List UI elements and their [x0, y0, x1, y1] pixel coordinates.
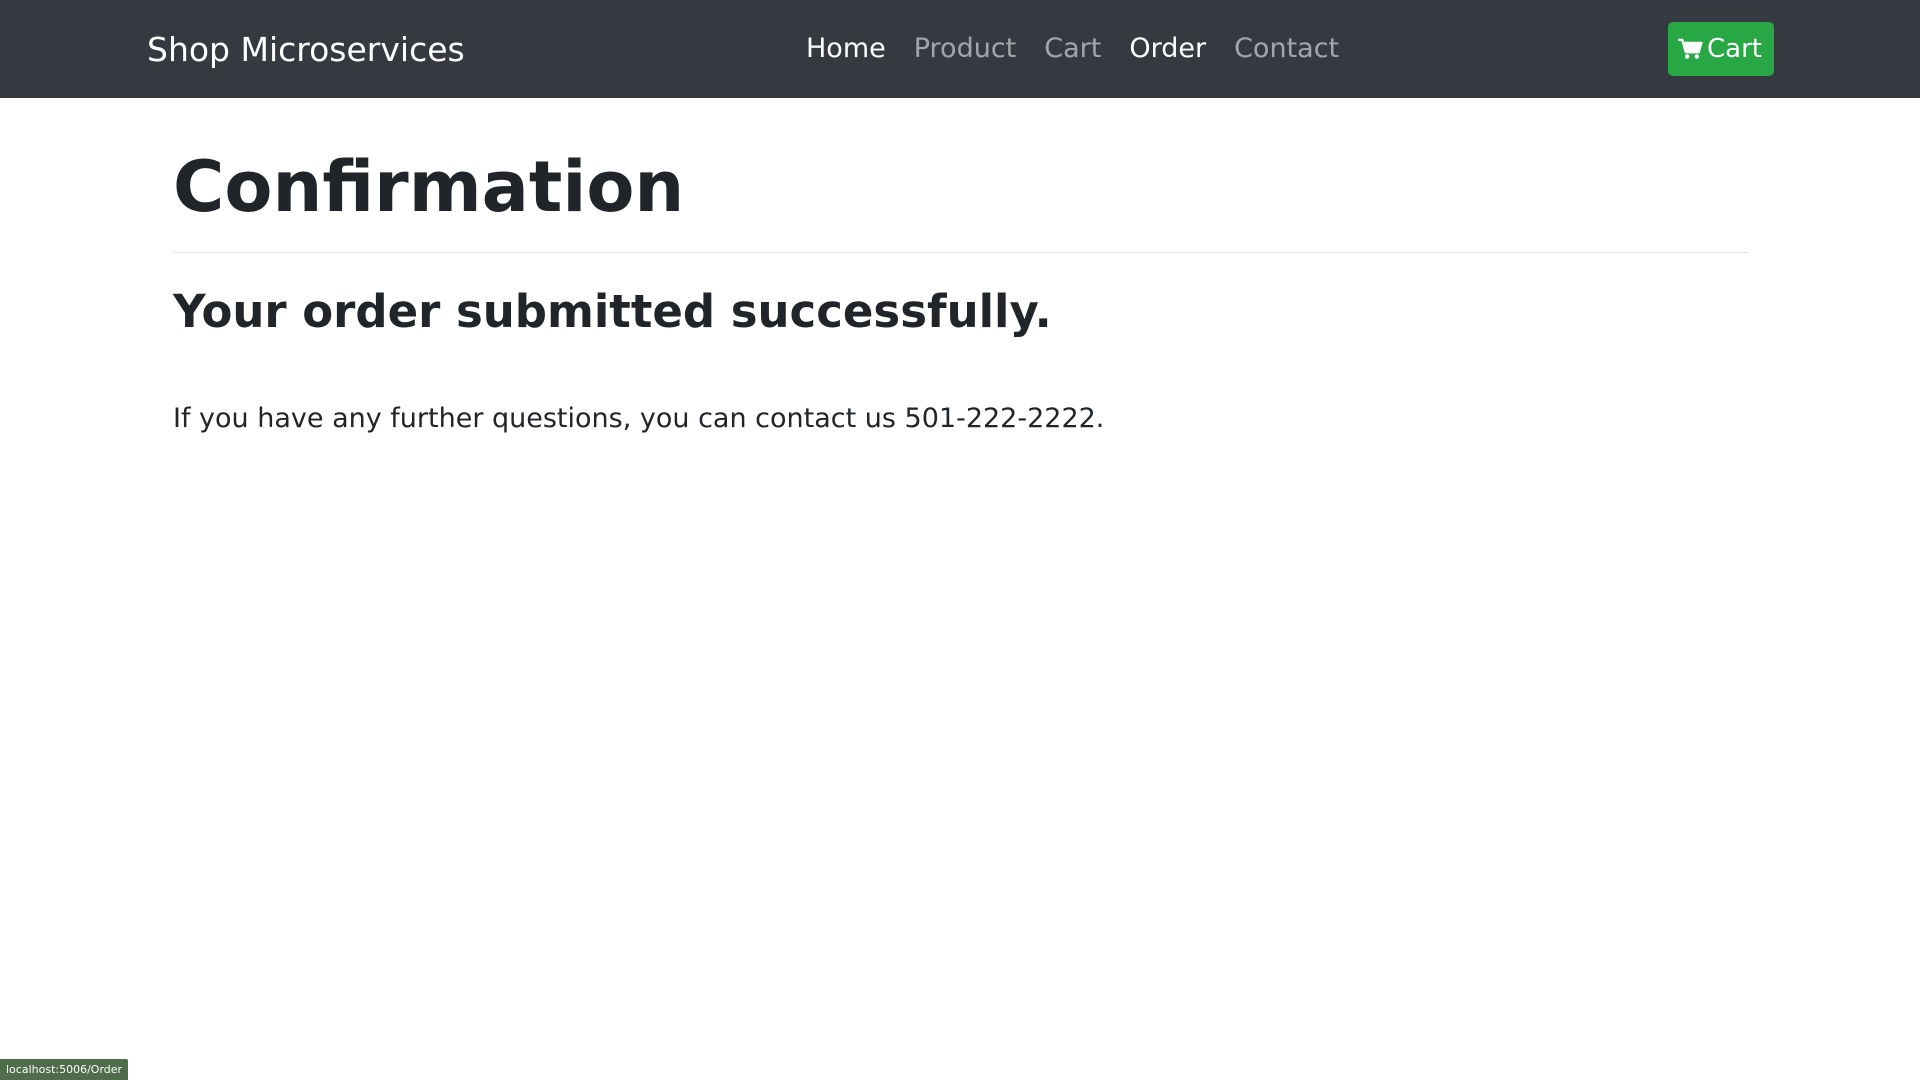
page-title: Confirmation — [173, 146, 685, 228]
nav-link-home[interactable]: Home — [806, 33, 886, 64]
nav-link-order[interactable]: Order — [1129, 33, 1206, 64]
navbar-brand[interactable]: Shop Microservices — [147, 0, 465, 98]
cart-button[interactable]: Cart — [1668, 22, 1774, 76]
nav-links: Home Product Cart Order Contact — [806, 0, 1367, 98]
nav-link-contact[interactable]: Contact — [1234, 33, 1339, 64]
success-heading: Your order submitted successfully. — [173, 285, 1052, 338]
title-divider — [173, 252, 1748, 253]
browser-status-url: localhost:5006/Order — [0, 1059, 129, 1080]
nav-link-product[interactable]: Product — [914, 33, 1017, 64]
shopping-cart-icon — [1678, 38, 1703, 59]
nav-link-cart[interactable]: Cart — [1044, 33, 1101, 64]
contact-message: If you have any further questions, you c… — [173, 403, 1105, 434]
cart-button-label: Cart — [1707, 34, 1762, 64]
top-navbar: Shop Microservices Home Product Cart Ord… — [0, 0, 1920, 98]
